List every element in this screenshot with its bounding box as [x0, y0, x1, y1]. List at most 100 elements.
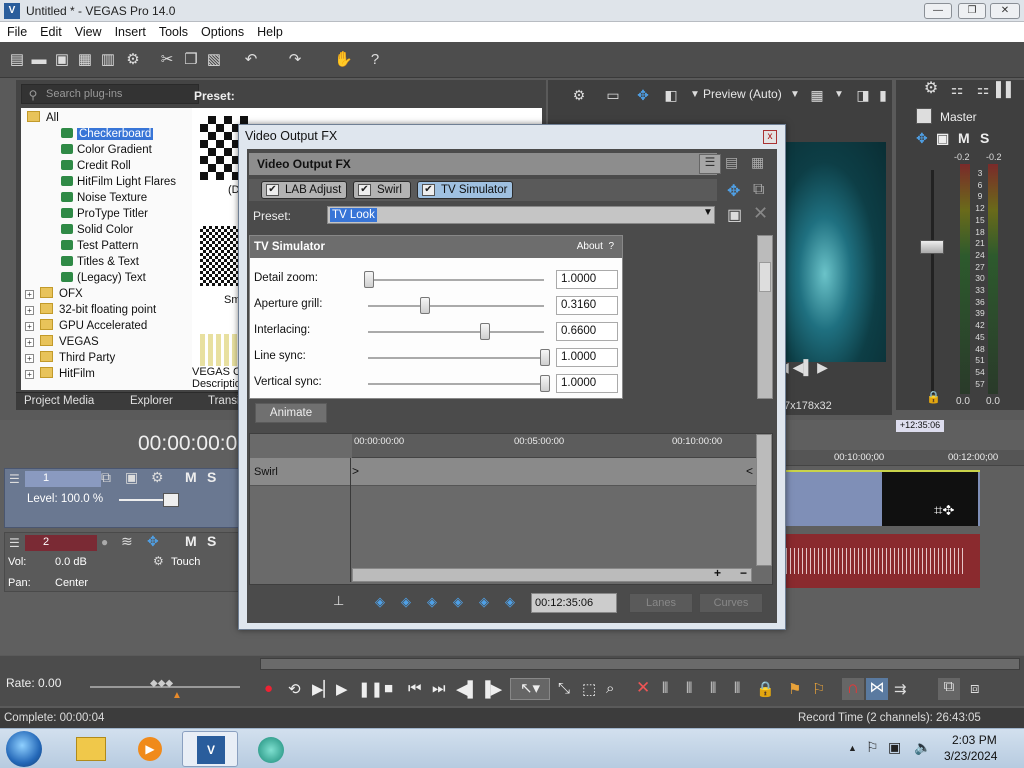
- master-fx-chain-icon[interactable]: ⚏: [948, 80, 966, 98]
- preset-dropdown[interactable]: TV Look: [327, 206, 715, 224]
- master-mute-button[interactable]: M: [958, 130, 970, 146]
- next-keyframe-icon[interactable]: ◈: [425, 595, 439, 609]
- redo-icon[interactable]: ↷: [286, 51, 304, 69]
- master-fx-letter[interactable]: ▣: [936, 130, 949, 147]
- sync-cursor-icon[interactable]: ⊥: [333, 593, 344, 609]
- small-checker-preset-thumb[interactable]: [200, 226, 240, 286]
- kf-horizontal-scrollbar[interactable]: [352, 568, 752, 582]
- auto-crossfade-icon[interactable]: ⋈: [866, 678, 888, 700]
- line-sync-value[interactable]: 1.0000: [556, 348, 618, 367]
- clock-date[interactable]: 3/23/2024: [944, 749, 997, 763]
- undo-icon[interactable]: ↶: [242, 51, 260, 69]
- save-preset-icon[interactable]: ▣: [727, 205, 742, 225]
- minimize-button[interactable]: —: [924, 3, 952, 19]
- fx-chip-swirl[interactable]: ✔ Swirl: [353, 181, 411, 199]
- params-scrollbar[interactable]: [757, 235, 773, 399]
- normal-edit-tool-icon[interactable]: ↖▾: [510, 678, 550, 700]
- kf-vertical-scrollbar[interactable]: [756, 434, 772, 566]
- copy-icon[interactable]: ❐: [182, 51, 200, 69]
- save-snapshot-icon[interactable]: ▮: [874, 86, 892, 104]
- fx-chip-tv-simulator[interactable]: ✔ TV Simulator: [417, 181, 513, 199]
- detail-zoom-slider[interactable]: [364, 271, 374, 288]
- master-checkbox[interactable]: [916, 108, 932, 124]
- track-motion-icon[interactable]: ⧉: [101, 469, 111, 486]
- track-fx-icon[interactable]: ≋: [121, 533, 133, 550]
- render-icon[interactable]: ▥: [99, 51, 117, 69]
- stop-icon[interactable]: ■: [384, 680, 393, 697]
- menu-options[interactable]: Options: [194, 22, 250, 39]
- hand-icon[interactable]: ✋: [334, 51, 353, 69]
- ripple-edit-icon[interactable]: ⇉: [894, 680, 907, 698]
- master-insert-icon[interactable]: ⚏: [974, 80, 992, 98]
- tree-item-vegas[interactable]: + VEGAS: [25, 334, 99, 350]
- pause-icon[interactable]: ❚❚: [358, 680, 383, 698]
- volume-muted-icon[interactable]: 🔈: [914, 739, 931, 756]
- arm-record-icon[interactable]: ●: [101, 535, 108, 549]
- external-monitor-icon[interactable]: ▭: [604, 86, 622, 104]
- tree-item-protype-titler[interactable]: ProType Titler: [61, 206, 148, 222]
- dropdown-arrow-icon[interactable]: ▼: [686, 86, 704, 104]
- track-collapse-icon[interactable]: ☰: [9, 472, 20, 486]
- close-window-button[interactable]: ✕: [990, 3, 1020, 19]
- track-collapse-icon[interactable]: ☰: [9, 536, 20, 550]
- network-icon[interactable]: ▣: [888, 739, 901, 756]
- delete-preset-icon[interactable]: ✕: [753, 203, 768, 224]
- start-button[interactable]: [6, 731, 42, 767]
- tree-item-solid-color[interactable]: Solid Color: [61, 222, 133, 238]
- master-fx-gear-icon[interactable]: ⚙: [922, 80, 940, 98]
- tab-project-media[interactable]: Project Media: [24, 395, 94, 407]
- clock-time[interactable]: 2:03 PM: [952, 733, 997, 747]
- tree-item-32bit[interactable]: +32-bit floating point: [25, 302, 156, 318]
- action-center-flag-icon[interactable]: ⚐: [866, 739, 879, 756]
- tree-item-titles-text[interactable]: Titles & Text: [61, 254, 139, 270]
- dialog-close-button[interactable]: x: [763, 130, 777, 144]
- animate-button[interactable]: Animate: [255, 403, 327, 423]
- overlays-dropdown-icon[interactable]: ▼: [830, 86, 848, 104]
- new-project-icon[interactable]: ▤: [8, 51, 26, 69]
- interlacing-slider[interactable]: [480, 323, 491, 340]
- grid-view-icon[interactable]: ▦: [751, 154, 764, 171]
- keyframe-start-marker[interactable]: >: [352, 464, 359, 478]
- marker-icon[interactable]: ⚑: [788, 680, 801, 698]
- track-fx-icon[interactable]: ▣: [125, 469, 138, 486]
- video-clip-black[interactable]: [882, 472, 978, 526]
- copy-snapshot-icon[interactable]: ◨: [854, 86, 872, 104]
- keyframe-ruler[interactable]: 00:00:00:00 00:05:00:00 00:10:00:00: [352, 434, 756, 458]
- kf-zoom-out-icon[interactable]: −: [740, 566, 747, 580]
- tab-transitions[interactable]: Transi: [208, 395, 240, 407]
- line-sync-slider[interactable]: [540, 349, 550, 366]
- selection-tool-icon[interactable]: ⬚: [582, 680, 596, 698]
- save-icon[interactable]: ▣: [53, 51, 71, 69]
- track1-mute-button[interactable]: M: [185, 469, 197, 485]
- tree-item-third-party[interactable]: + Third Party: [25, 350, 115, 366]
- tree-item-all[interactable]: All: [27, 110, 59, 126]
- previous-frame-icon[interactable]: ◀▌: [456, 680, 478, 698]
- keyframe-track-swirl[interactable]: Swirl: [250, 458, 756, 486]
- master-split-icon[interactable]: ✥: [916, 130, 928, 147]
- split-icon[interactable]: ⫴: [734, 680, 740, 697]
- record-icon[interactable]: ●: [264, 680, 273, 697]
- ignore-event-grouping-icon[interactable]: ⧈: [970, 680, 980, 697]
- tree-item-credit-roll[interactable]: Credit Roll: [61, 158, 131, 174]
- properties-gear-icon[interactable]: ⚙: [124, 51, 142, 69]
- automation-mode[interactable]: Touch: [171, 556, 200, 568]
- preview-quality-select[interactable]: Preview (Auto): [703, 87, 782, 101]
- keyframe-time-field[interactable]: 00:12:35:06: [531, 593, 617, 613]
- last-keyframe-icon[interactable]: ◈: [451, 595, 465, 609]
- video-track-header[interactable]: ☰ 1 ⧉ ▣ ⚙ M S Level: 100.0 %: [4, 468, 258, 528]
- lanes-button[interactable]: Lanes: [629, 593, 693, 613]
- quality-dropdown-icon[interactable]: ▼: [786, 86, 804, 104]
- horizontal-scrollbar[interactable]: [260, 658, 1020, 670]
- menu-view[interactable]: View: [68, 22, 108, 39]
- delete-keyframe-icon[interactable]: ◈: [503, 595, 517, 609]
- play-from-start-icon[interactable]: ▶▏: [312, 680, 335, 698]
- list-view-icon[interactable]: ☰: [699, 154, 721, 174]
- zoom-tool-icon[interactable]: ⌕: [606, 680, 614, 697]
- go-to-end-icon[interactable]: ⏭: [432, 680, 446, 697]
- vertical-sync-slider[interactable]: [540, 375, 550, 392]
- previous-keyframe-icon[interactable]: ◈: [399, 595, 413, 609]
- overlays-grid-icon[interactable]: ▦: [808, 86, 826, 104]
- region-icon[interactable]: ⚐: [812, 680, 825, 698]
- app-taskbar-icon[interactable]: [242, 731, 298, 767]
- aperture-grill-value[interactable]: 0.3160: [556, 296, 618, 315]
